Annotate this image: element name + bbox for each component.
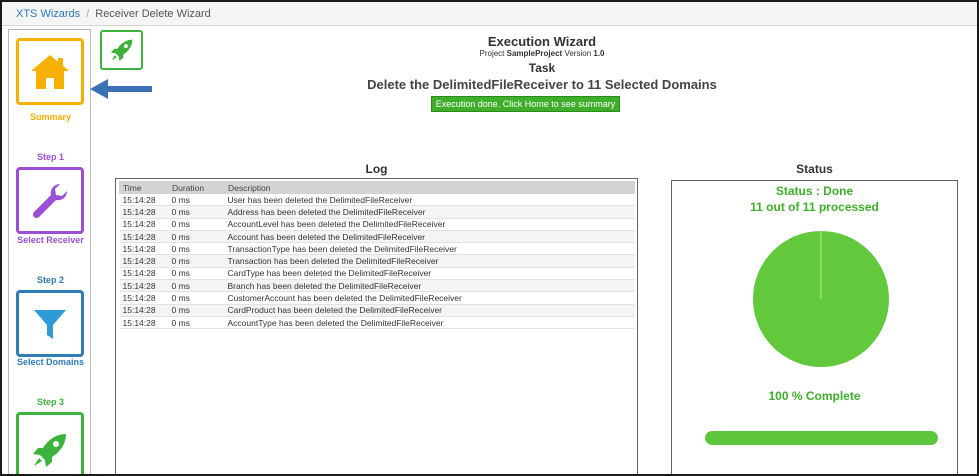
log-cell-time: 15:14:28	[119, 267, 169, 281]
log-cell-time: 15:14:28	[119, 205, 169, 219]
select-receiver-step-button[interactable]	[16, 167, 84, 234]
task-heading: Task	[528, 61, 556, 75]
progress-bar-fill	[705, 431, 938, 445]
breadcrumb: XTS Wizards / Receiver Delete Wizard	[2, 2, 977, 26]
status-panel: Status : Done 11 out of 11 processed 100…	[671, 180, 958, 474]
rocket-icon	[33, 433, 66, 467]
log-cell-duration: 0 ms	[168, 230, 225, 244]
log-cell-description: TransactionType has been deleted the Del…	[224, 242, 635, 256]
log-panel: Time Duration Description 15:14:28 0 ms Us…	[115, 178, 638, 474]
log-cell-time: 15:14:28	[119, 304, 169, 317]
arrow-left-icon	[90, 79, 152, 99]
select-receiver-caption: Select Receiver	[17, 235, 84, 245]
rocket-icon	[110, 39, 132, 62]
log-row: 15:14:28 0 ms TransactionType has been del…	[119, 242, 635, 256]
log-cell-duration: 0 ms	[168, 291, 225, 305]
project-name: SampleProject	[506, 49, 563, 58]
log-row: 15:14:28 0 ms AccountLevel has been delete…	[119, 218, 635, 231]
log-cell-description: Address has been deleted the DelimitedFi…	[224, 205, 635, 219]
log-cell-duration: 0 ms	[168, 193, 225, 207]
log-title: Log	[365, 162, 388, 176]
task-description: Delete the DelimitedFileReceiver to 11 S…	[367, 77, 717, 92]
log-row: 15:14:28 0 ms Address has been deleted the…	[119, 205, 635, 219]
status-title: Status	[796, 162, 833, 176]
step-3-label: Step 3	[36, 397, 64, 407]
log-table-body: 15:14:28 0 ms User has been deleted the De…	[119, 193, 635, 330]
log-cell-time: 15:14:28	[119, 291, 169, 305]
log-cell-duration: 0 ms	[168, 279, 225, 293]
log-row: 15:14:28 0 ms Branch has been deleted the …	[119, 279, 635, 293]
log-cell-time: 15:14:28	[119, 279, 169, 293]
log-cell-description: AccountType has been deleted the Delimit…	[224, 316, 635, 330]
column-header-time: Time	[119, 181, 169, 194]
log-cell-duration: 0 ms	[168, 304, 225, 317]
log-cell-duration: 0 ms	[168, 205, 225, 219]
log-cell-duration: 0 ms	[168, 254, 225, 268]
log-cell-description: Account has been deleted the DelimitedFi…	[224, 230, 635, 244]
log-cell-duration: 0 ms	[168, 267, 225, 281]
summary-step-button[interactable]	[16, 38, 84, 105]
log-cell-description: CardProduct has been deleted the Delimit…	[224, 304, 635, 317]
project-info: Project SampleProject Version 1.0	[282, 49, 802, 58]
log-cell-time: 15:14:28	[119, 242, 169, 256]
select-domains-step-button[interactable]	[16, 290, 84, 357]
processed-count: 11 out of 11 processed	[750, 200, 879, 214]
project-version: 1.0	[593, 49, 605, 58]
step-1-label: Step 1	[36, 152, 64, 162]
breadcrumb-link-xts-wizards[interactable]: XTS Wizards	[16, 8, 80, 20]
project-prefix: Project	[479, 49, 505, 58]
log-cell-time: 15:14:28	[119, 254, 169, 268]
log-cell-time: 15:14:28	[119, 218, 169, 231]
home-icon	[31, 54, 69, 89]
breadcrumb-separator: /	[86, 8, 90, 20]
log-cell-duration: 0 ms	[168, 218, 225, 231]
step-2-label: Step 2	[36, 275, 64, 285]
log-row: 15:14:28 0 ms AccountType has been deleted…	[119, 316, 635, 330]
log-cell-duration: 0 ms	[168, 242, 225, 256]
breadcrumb-current: Receiver Delete Wizard	[95, 8, 211, 20]
summary-caption: Summary	[29, 112, 72, 122]
progress-pie-chart	[753, 231, 889, 367]
log-cell-description: Branch has been deleted the DelimitedFil…	[224, 279, 635, 293]
status-text: Status : Done	[775, 184, 854, 198]
execution-done-button[interactable]: Execution done. Click Home to see summar…	[431, 96, 620, 112]
execute-step-button[interactable]	[16, 412, 84, 474]
log-cell-time: 15:14:28	[119, 193, 169, 207]
page-title: Execution Wizard	[487, 34, 597, 49]
log-header-row: Time Duration Description	[119, 181, 635, 194]
execute-header-icon-box	[100, 30, 143, 70]
log-row: 15:14:28 0 ms CardProduct has been deleted…	[119, 304, 635, 317]
log-cell-description: CustomerAccount has been deleted the Del…	[224, 291, 635, 305]
wizard-sidebar: Summary Step 1 Select Receiver Step 2 Se…	[8, 29, 91, 474]
log-cell-description: CardType has been deleted the DelimitedF…	[224, 267, 635, 281]
app-window: XTS Wizards / Receiver Delete Wizard Summa…	[0, 0, 979, 476]
filter-icon	[34, 309, 66, 339]
log-row: 15:14:28 0 ms Transaction has been deleted…	[119, 254, 635, 268]
column-header-description: Description	[224, 181, 635, 194]
select-domains-caption: Select Domains	[16, 357, 85, 367]
log-cell-duration: 0 ms	[168, 316, 225, 330]
log-row: 15:14:28 0 ms Account has been deleted the…	[119, 230, 635, 244]
column-header-duration: Duration	[168, 181, 225, 194]
percent-complete: 100 % Complete	[768, 389, 861, 403]
log-row: 15:14:28 0 ms CardType has been deleted th…	[119, 267, 635, 281]
log-cell-description: AccountLevel has been deleted the Delimi…	[224, 218, 635, 231]
log-table: Time Duration Description 15:14:28 0 ms Us…	[119, 181, 635, 330]
log-cell-description: Transaction has been deleted the Delimit…	[224, 254, 635, 268]
log-cell-description: User has been deleted the DelimitedFileR…	[224, 193, 635, 207]
log-cell-time: 15:14:28	[119, 316, 169, 330]
progress-bar	[705, 431, 938, 445]
log-row: 15:14:28 0 ms CustomerAccount has been del…	[119, 291, 635, 305]
wrench-icon	[32, 183, 68, 218]
version-prefix: Version	[564, 49, 592, 58]
log-row: 15:14:28 0 ms User has been deleted the De…	[119, 193, 635, 207]
log-cell-time: 15:14:28	[119, 230, 169, 244]
